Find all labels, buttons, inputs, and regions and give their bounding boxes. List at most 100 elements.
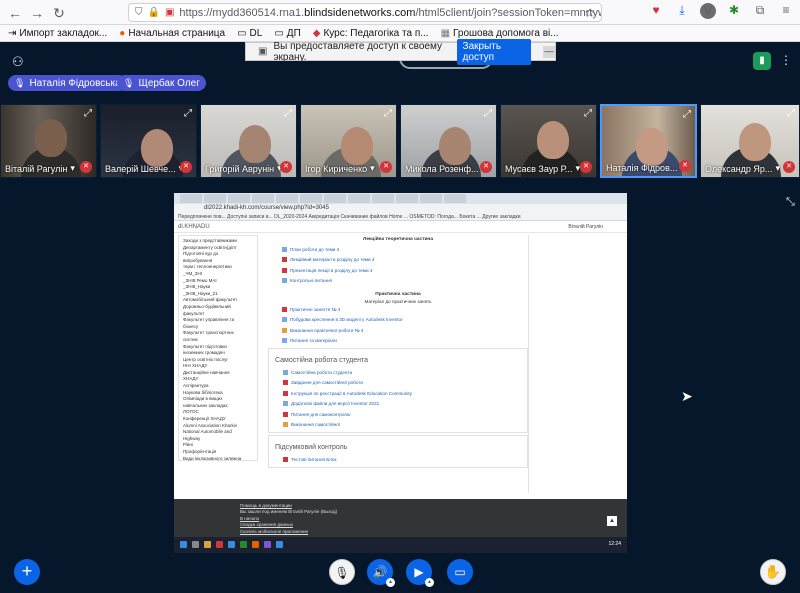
inner-sidebar-item: бізнесу <box>183 323 199 329</box>
connection-status-icon[interactable]: ▮ <box>753 52 771 70</box>
screen-share-notice: ▣ Вы предоставляете доступ к своему экра… <box>245 38 556 65</box>
expand-icon[interactable]: ⤢ <box>184 108 192 119</box>
inner-sidebar-item: систем <box>183 336 198 342</box>
webcam-tile-active[interactable]: ⤢ Наталія Фідров...▾ ✕ <box>600 104 697 178</box>
inner-sidebar-item: Олімпіади в вищих <box>183 396 223 402</box>
screen-share-icon: ▣ <box>258 46 268 57</box>
webcam-tile[interactable]: ⤢ Мусаєв Заур Р... ▾ ✕ <box>500 104 597 178</box>
notice-minimize-button[interactable]: — <box>542 45 555 58</box>
expand-icon[interactable]: ⤢ <box>787 108 795 119</box>
screen-share-icon[interactable]: ▭ <box>447 559 473 585</box>
inner-divider <box>528 235 529 493</box>
shield-icon: ⛉ <box>135 7 143 18</box>
webcam-tile[interactable]: ⤢ Ігор Кириченко ▾ ✕ <box>300 104 397 178</box>
inner-site-header: dl.KHNADU Віталій Рагулін <box>174 221 627 233</box>
inner-site-name: dl.KHNADU <box>178 224 210 230</box>
scroll-top-icon: ▲ <box>607 516 617 526</box>
expand-icon[interactable]: ⤢ <box>484 108 492 119</box>
expand-icon[interactable]: ⤢ <box>84 108 92 119</box>
muted-mic-icon: ✕ <box>783 161 795 173</box>
course-item: Завдання для самостійної роботи <box>269 378 527 389</box>
bookmark-star-icon[interactable]: ☆ <box>584 6 595 20</box>
chevron-down-icon[interactable]: ▾ <box>70 163 75 174</box>
inner-sidebar-item: терм і теплоенергетики <box>183 264 232 270</box>
expand-icon[interactable]: ⤢ <box>384 108 392 119</box>
camera-sharing-icon[interactable]: ▣ <box>165 7 174 18</box>
inner-sidebar-item: Аспірантура <box>183 383 209 389</box>
bookmark-folder-dl[interactable]: ▭ DL <box>237 28 262 39</box>
webcam-strip: ⤢ Віталій Рагулін▾ ✕ ⤢ Валерій Шевче...▾… <box>0 104 800 178</box>
course-item: Інструкція по реєстрації в Autodesk Educ… <box>269 388 527 399</box>
actions-button[interactable]: + <box>14 559 40 585</box>
bookmark-course[interactable]: ◆ Курс: Педагогіка та п... <box>313 28 429 39</box>
muted-mic-icon: ✕ <box>180 161 192 173</box>
inner-footer: Помощь в документации Вы зашли под имене… <box>174 499 627 537</box>
forward-icon[interactable]: → <box>26 2 48 24</box>
inner-clock: 12:24 <box>608 541 621 547</box>
audio-options-icon[interactable]: ▴ <box>386 578 395 587</box>
webcam-tile[interactable]: ⤢ Віталій Рагулін ▾ ✕ <box>0 104 97 178</box>
muted-mic-icon: ✕ <box>280 161 292 173</box>
chevron-down-icon[interactable]: ▾ <box>370 163 375 174</box>
course-item: Презентація лекції в розділу до теми 4 <box>268 265 528 276</box>
expand-icon[interactable]: ⤢ <box>284 108 292 119</box>
menu-icon[interactable]: ≡ <box>778 3 794 19</box>
course-item: Виконання практичної роботи № 4 <box>268 325 528 336</box>
course-item: Додаткові файли для версії Inventor 2021 <box>269 399 527 410</box>
download-icon[interactable]: ⤓ <box>674 3 690 19</box>
screen-share-notice-text: Вы предоставляете доступ к своему экрану… <box>273 40 442 63</box>
address-bar[interactable]: ⛉ 🔒 ▣ https://mydd360514.rna1.blindsiden… <box>128 3 602 22</box>
fullscreen-icon[interactable]: ⤡ <box>786 196 795 209</box>
webcam-tile[interactable]: ⤢ Микола Розенф...▾ ✕ <box>400 104 497 178</box>
bookmark-aid[interactable]: ▦ Грошова допомога ві... <box>441 28 559 39</box>
bookmark-folder-dp[interactable]: ▭ ДП <box>274 28 300 39</box>
site-icon: ◆ <box>312 27 321 39</box>
webcam-tile[interactable]: ⤢ Валерій Шевче...▾ ✕ <box>100 104 197 178</box>
user-list-toggle-icon[interactable]: ⚇ <box>12 54 24 70</box>
inner-sidebar-item: Дорожньо-будівельний <box>183 303 231 309</box>
inner-sidebar-item: ННІ ХНАДУ <box>183 363 208 369</box>
expand-icon[interactable]: ⤢ <box>584 108 592 119</box>
bookmark-home[interactable]: ● Начальная страница <box>119 28 225 39</box>
microphone-icon: 🎙 <box>14 77 26 88</box>
stop-sharing-button[interactable]: Закрыть доступ <box>456 38 531 65</box>
inner-sidebar: Заходи з представниками Департаменту осві… <box>178 235 258 461</box>
extensions-puzzle-icon[interactable]: ⧉ <box>752 3 768 19</box>
extension-icon[interactable]: ✱ <box>726 3 742 19</box>
mic-off-icon[interactable]: 🎙 <box>329 559 355 585</box>
course-item: Практичне заняття № 4 <box>268 304 528 315</box>
webcam-name: Микола Розенф...▾ <box>405 163 486 174</box>
inner-sidebar-item: _ЗНІ8_Науки_21 <box>183 290 218 296</box>
raise-hand-button[interactable]: ✋ <box>760 559 786 585</box>
pocket-icon[interactable]: ♥ <box>648 3 664 19</box>
inner-sidebar-item: Підготовчі кур до <box>183 251 219 257</box>
talking-indicator[interactable]: 🎙 Наталія Фідровська <box>8 75 127 91</box>
muted-mic-icon: ✕ <box>480 161 492 173</box>
site-icon: ▦ <box>440 27 451 39</box>
webcam-tile[interactable]: ⤢ Олександр Яр... ▾ ✕ <box>700 104 800 178</box>
firefox-icon: ● <box>119 27 126 39</box>
camera-options-icon[interactable]: ▴ <box>425 578 434 587</box>
expand-icon[interactable]: ⤢ <box>683 109 691 120</box>
profile-avatar[interactable]: V <box>700 3 716 19</box>
webcam-name: Валерій Шевче...▾ <box>105 163 183 174</box>
shared-screen[interactable]: dl2022.khadi-kh.com/course/view.php?id=3… <box>174 193 627 553</box>
bookmark-import[interactable]: ⇥ Импорт закладок... <box>8 28 107 39</box>
options-menu-icon[interactable]: ⋮ <box>780 53 792 67</box>
webcam-tile[interactable]: ⤢ Григорій Аврунін▾ ✕ <box>200 104 297 178</box>
inner-sidebar-item: National Automobile and <box>183 429 232 435</box>
talking-indicator[interactable]: 🎙 Щербак Олег <box>117 75 206 91</box>
reload-icon[interactable]: ↻ <box>48 2 70 24</box>
inner-sidebar-item: навчальних закладах <box>183 402 228 408</box>
browser-toolbar: ← → ↻ ⛉ 🔒 ▣ https://mydd360514.rna1.blin… <box>0 0 800 25</box>
practice-heading: Практична частина <box>375 292 421 297</box>
chevron-down-icon[interactable]: ▾ <box>775 163 780 174</box>
inner-sidebar-item: Профорієнтація <box>183 449 217 454</box>
muted-mic-icon: ✕ <box>679 160 691 172</box>
course-item: Побудова креслення в 3D моделі у Autodes… <box>268 315 528 326</box>
self-study-section: Самостійна робота студента Самостійна ро… <box>268 348 528 433</box>
inner-bookmarks: Передплачене пов... Доступні записи в...… <box>174 213 627 221</box>
muted-mic-icon: ✕ <box>80 161 92 173</box>
inner-sidebar-item: ХНАДУ <box>183 376 199 382</box>
back-icon[interactable]: ← <box>4 2 26 24</box>
